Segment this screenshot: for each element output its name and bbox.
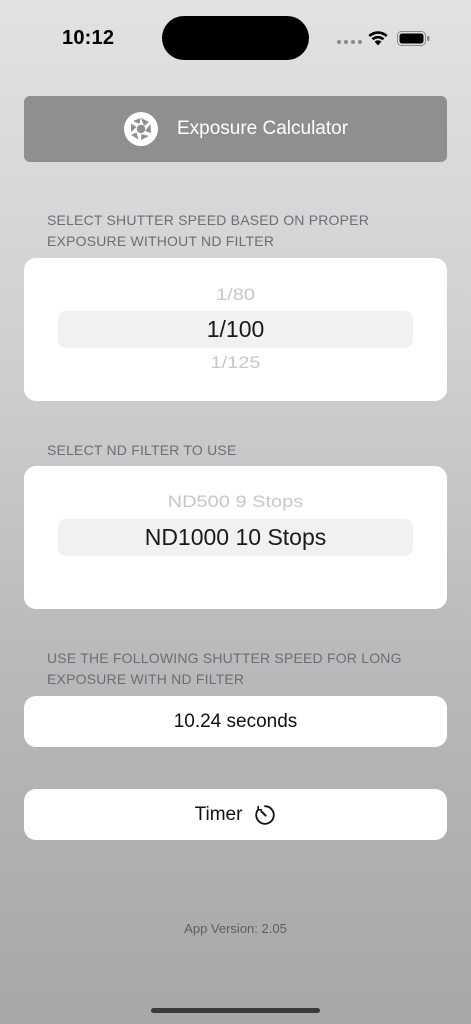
app-version: App Version: 2.05	[184, 921, 287, 936]
result-value: 10.24 seconds	[173, 710, 298, 732]
shutter-speed-label: SELECT SHUTTER SPEED BASED ON PROPER EXP…	[47, 212, 370, 249]
result-label: USE THE FOLLOWING SHUTTER SPEED FOR LONG…	[47, 650, 402, 687]
wifi-icon	[368, 31, 388, 46]
home-indicator[interactable]	[151, 1008, 320, 1013]
nd-filter-label: SELECT ND FILTER TO USE	[47, 442, 237, 458]
header-bar: Exposure Calculator	[24, 96, 447, 162]
dynamic-island	[162, 16, 309, 60]
shutter-speed-picker[interactable]: 1/80 1/100 1/125	[24, 258, 447, 401]
timer-button-label: Timer	[194, 803, 243, 825]
timer-button[interactable]: Timer	[24, 789, 447, 840]
battery-icon	[397, 31, 430, 46]
timer-icon	[255, 804, 276, 825]
picker-option-previous[interactable]: ND500 9 Stops	[24, 493, 447, 513]
result-display: 10.24 seconds	[24, 696, 447, 747]
picker-option-selected[interactable]: ND1000 10 Stops	[24, 524, 447, 551]
picker-option-next[interactable]: 1/125	[24, 354, 447, 374]
picker-option-previous[interactable]: 1/80	[24, 286, 447, 306]
app-title: Exposure Calculator	[176, 118, 349, 139]
cellular-signal-icon	[337, 40, 362, 44]
picker-option-selected[interactable]: 1/100	[24, 316, 447, 343]
nd-filter-picker[interactable]: ND500 9 Stops ND1000 10 Stops	[24, 466, 447, 609]
status-time: 10:12	[62, 27, 115, 49]
aperture-icon	[123, 112, 158, 146]
status-bar: 10:12	[0, 0, 471, 78]
